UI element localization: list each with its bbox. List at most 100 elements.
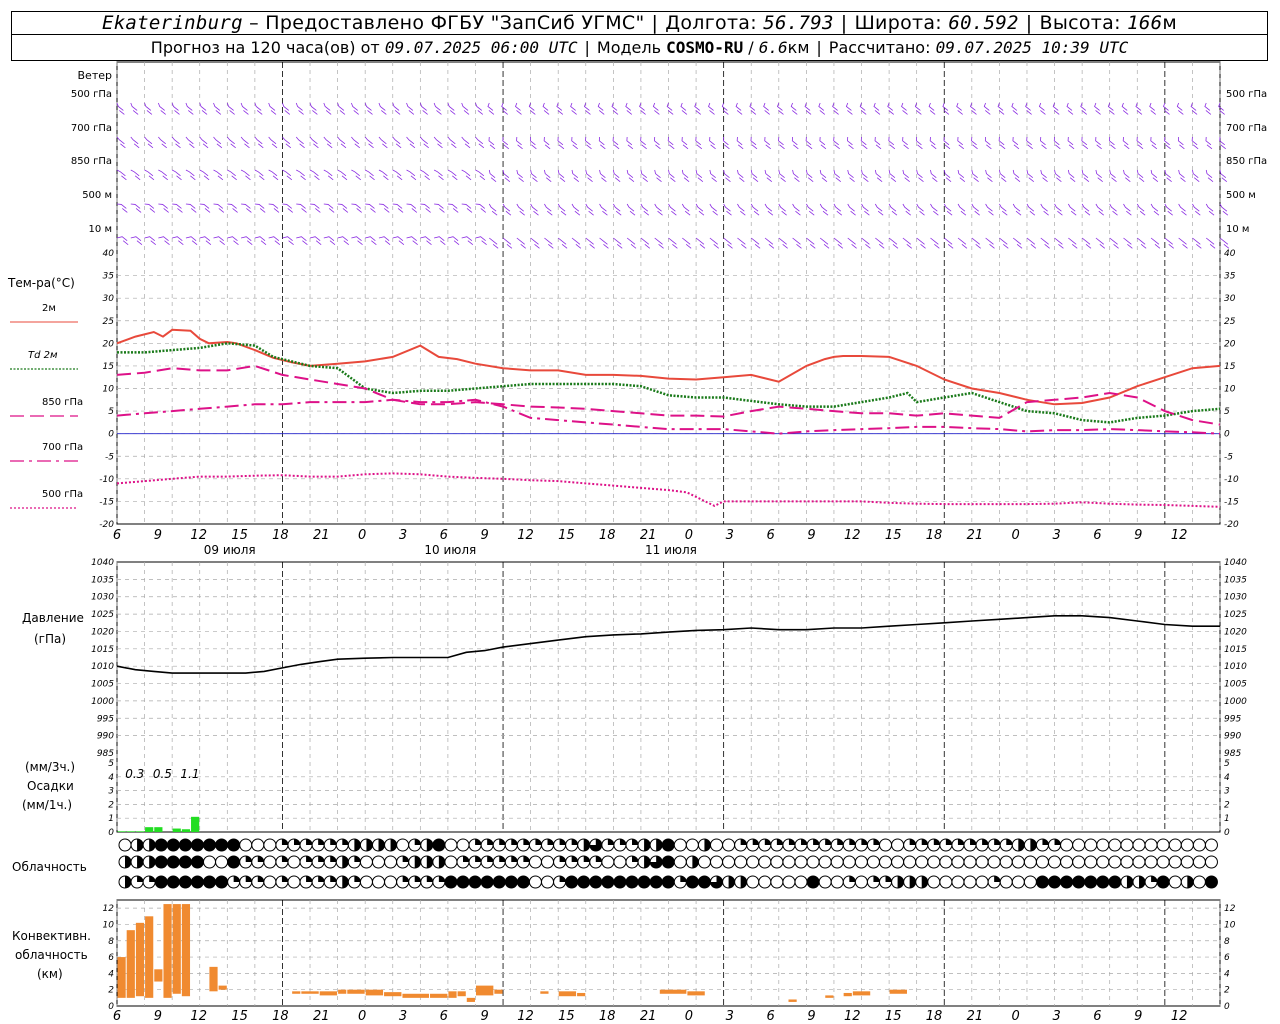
wind-barb [1095, 203, 1105, 216]
wind-barb [213, 169, 224, 181]
wind-barb [626, 237, 637, 249]
wind-label: Ветер [78, 69, 112, 82]
temp-tick-left: -15 [99, 497, 114, 507]
cloud-cover-fill [414, 839, 421, 845]
wind-barb [323, 169, 334, 181]
wind-barb [999, 237, 1009, 249]
cloud-cover-fill [330, 876, 337, 882]
wind-barb [1122, 136, 1130, 150]
wind-level-label: 10 м [89, 224, 112, 235]
wind-barb [268, 102, 277, 115]
conv-bar [825, 995, 834, 998]
wind-barb [681, 169, 690, 183]
cloud-cover-fill [728, 876, 735, 888]
cloud-cover-circle [601, 855, 615, 869]
temp-xtick-label: 3 [726, 528, 734, 543]
wind-barb [130, 169, 141, 181]
wind-barb [1026, 203, 1036, 216]
wind-barb [1177, 136, 1185, 150]
precip-bar [172, 828, 181, 832]
cloud-cover-fill [909, 839, 916, 845]
cloud-cover-fill [873, 876, 880, 882]
wind-barb [928, 102, 936, 115]
conv-bar [181, 904, 191, 997]
cloud-cover-circle [372, 875, 386, 889]
wind-barb [847, 237, 857, 249]
wind-barb [557, 203, 567, 216]
wind-barb [902, 237, 913, 249]
wind-barb [557, 136, 565, 150]
precip-tick-right: 3 [1224, 787, 1230, 797]
wind-barb [309, 169, 320, 181]
cloud-cover-fill [1018, 839, 1025, 851]
wind-barb [887, 102, 895, 115]
wind-barb [461, 102, 470, 115]
cloud-cover-circle [1011, 855, 1025, 869]
wind-barb [296, 236, 308, 246]
wind-barb [997, 102, 1005, 115]
conv-xtick-label: 6 [766, 1009, 774, 1024]
cloud-cover-fill [191, 876, 204, 888]
cloud-cover-fill [245, 856, 252, 862]
wind-barb [172, 236, 184, 246]
cloud-cover-circle [1108, 855, 1122, 869]
cloud-cover-fill [257, 856, 264, 862]
wind-barb [1040, 169, 1048, 183]
wind-barb [185, 236, 198, 246]
conv-xtick-label: 12 [1171, 1009, 1188, 1024]
wind-barb [626, 203, 636, 216]
wind-barb [598, 136, 606, 150]
cloud-cover-fill [306, 839, 313, 845]
wind-barb [1067, 136, 1075, 150]
cloud-cover-circle [722, 855, 736, 869]
cloud-cover-fill [475, 839, 482, 845]
cloud-cover-fill [203, 876, 216, 888]
wind-barb [213, 203, 225, 213]
cloud-cover-fill [933, 839, 940, 845]
wind-barb [1136, 203, 1146, 216]
conv-tick-right: 6 [1224, 953, 1230, 963]
cloud-cover-fill [776, 839, 783, 845]
conv-bar [402, 993, 430, 998]
temperature-label: Тем-ра(°C) [7, 276, 75, 290]
legend-label: 500 гПа [42, 489, 83, 500]
cloud-cover-circle [1060, 855, 1074, 869]
wind-barb [515, 102, 522, 115]
wind-barb [930, 237, 940, 249]
pres-tick-right: 1010 [1224, 662, 1247, 672]
wind-barb [570, 102, 577, 115]
wind-barb [172, 203, 183, 213]
conv-bar [577, 992, 586, 997]
pres-tick-left: 1035 [91, 575, 114, 585]
conv-label-2: облачность [15, 948, 88, 962]
wind-barb [929, 136, 937, 150]
cloud-cover-fill [227, 839, 240, 851]
wind-barb [763, 102, 770, 115]
wind-barb [1123, 169, 1131, 183]
cloud-cover-circle [203, 855, 217, 869]
precip-bar [191, 816, 200, 832]
temp-tick-right: 5 [1224, 407, 1230, 417]
cloud-cover-fill [493, 876, 506, 888]
meteogram: 500 гПа 500 гПа 700 гПа 700 гПа 850 гПа 850 г… [7, 61, 1267, 1024]
cloud-cover-fill [438, 876, 445, 882]
wind-barb [888, 136, 896, 150]
conv-bar [687, 991, 705, 996]
wind-barb [309, 203, 321, 213]
wind-level-label-right: 500 м [1226, 190, 1256, 201]
pres-tick-right: 1005 [1224, 680, 1247, 690]
wind-barb [749, 102, 757, 115]
wind-barb [1135, 102, 1143, 115]
cloud-cover-fill [257, 876, 264, 882]
conv-xtick-label: 9 [807, 1009, 815, 1024]
cloud-cover-fill [342, 839, 349, 845]
pres-tick-left: 1010 [91, 662, 114, 672]
wind-barb [516, 136, 523, 150]
cloud-cover-circle [770, 875, 784, 889]
wind-barb [282, 236, 294, 246]
wind-barb [750, 237, 761, 249]
cloud-cover-fill [167, 856, 180, 868]
cloud-cover-circle [999, 875, 1013, 889]
temp-xtick-label: 12 [190, 528, 207, 543]
wind-barb [475, 136, 485, 149]
